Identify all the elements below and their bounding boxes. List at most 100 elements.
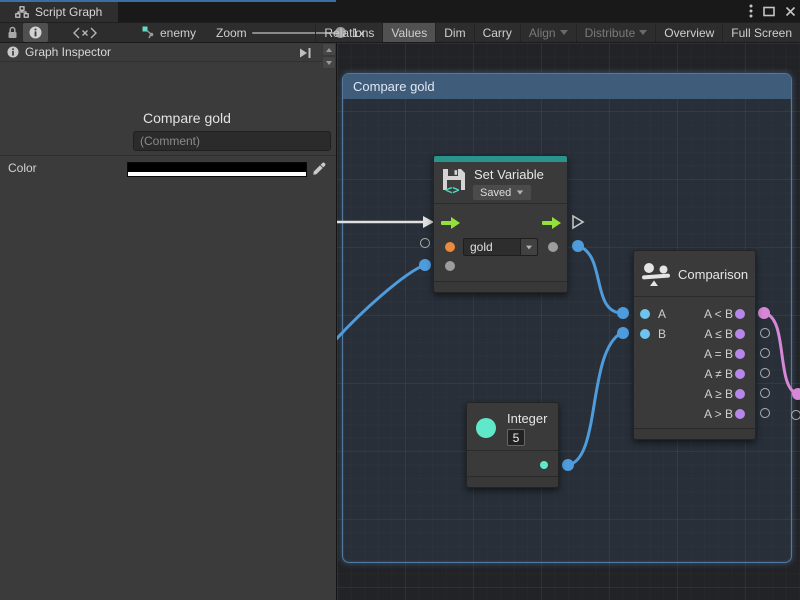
group-title: Compare gold	[353, 79, 435, 94]
variable-name-port[interactable]	[445, 242, 455, 252]
inspector-header: Graph Inspector	[0, 43, 336, 62]
divider	[0, 155, 336, 156]
scroll-down-icon[interactable]	[322, 56, 336, 69]
input-label-b: B	[658, 327, 666, 341]
script-graph-asset-icon	[142, 26, 155, 39]
wire-endpoint-dot[interactable]	[419, 259, 431, 271]
output-port-notequal[interactable]	[735, 369, 745, 379]
output-label-greater: A > B	[704, 407, 733, 421]
balance-scale-icon	[641, 261, 673, 287]
flow-input-port[interactable]	[441, 216, 461, 230]
distribute-dropdown[interactable]: Distribute	[576, 23, 656, 42]
zoom-label: Zoom	[216, 23, 247, 42]
node-footer	[434, 281, 567, 292]
integer-circle-icon	[476, 418, 496, 438]
variable-name-dropdown[interactable]: gold	[463, 238, 521, 256]
carry-button[interactable]: Carry	[474, 23, 520, 42]
hidden-port-ring[interactable]	[760, 348, 770, 358]
info-icon	[7, 46, 19, 58]
output-port-greaterequal[interactable]	[735, 389, 745, 399]
output-label-notequal: A ≠ B	[704, 367, 733, 381]
node-title: Set Variable	[474, 167, 544, 182]
title-bar: Script Graph	[0, 0, 800, 22]
output-label-equal: A = B	[704, 347, 733, 361]
variable-name-dropdown-button[interactable]	[521, 238, 538, 256]
integer-value-field[interactable]: 5	[507, 429, 525, 446]
integer-output-port[interactable]	[540, 461, 548, 469]
tab-label: Script Graph	[35, 5, 102, 19]
dock-icon[interactable]	[298, 47, 312, 59]
output-port-equal[interactable]	[735, 349, 745, 359]
node-footer	[634, 428, 755, 439]
wire-endpoint-dot[interactable]	[617, 307, 629, 319]
chevron-down-icon	[517, 191, 523, 195]
info-toggle-button[interactable]	[23, 23, 48, 42]
values-button[interactable]: Values	[382, 23, 435, 42]
graph-asset-button[interactable]: enemy	[142, 23, 196, 42]
inspector-scrollbar	[322, 43, 336, 69]
scroll-up-icon[interactable]	[322, 43, 336, 56]
variable-scope-dropdown[interactable]: Saved	[472, 184, 532, 201]
overview-button[interactable]: Overview	[655, 23, 722, 42]
maximize-icon[interactable]	[763, 6, 775, 17]
input-port-b[interactable]	[640, 329, 650, 339]
input-label-a: A	[658, 307, 666, 321]
output-port-greater[interactable]	[735, 409, 745, 419]
group-header[interactable]: Compare gold	[343, 74, 791, 99]
close-icon[interactable]	[785, 6, 796, 17]
hidden-port-ring[interactable]	[760, 368, 770, 378]
relations-button[interactable]: Relations	[315, 23, 382, 42]
input-port-a[interactable]	[640, 309, 650, 319]
save-variable-icon: <>	[439, 166, 469, 196]
wire-endpoint-dot[interactable]	[758, 307, 770, 319]
inspector-title: Graph Inspector	[25, 45, 111, 59]
flow-output-port[interactable]	[542, 216, 562, 230]
graph-title-field[interactable]: Compare gold	[143, 110, 231, 126]
wire-endpoint-dot[interactable]	[617, 327, 629, 339]
value-output-port[interactable]	[548, 242, 558, 252]
hidden-port-ring[interactable]	[760, 408, 770, 418]
info-icon	[29, 26, 42, 39]
node-set-variable[interactable]: <> Set Variable Saved gold	[433, 155, 568, 293]
svg-text:<>: <>	[445, 183, 459, 196]
output-label-greaterequal: A ≥ B	[704, 387, 733, 401]
color-label: Color	[8, 161, 37, 175]
hidden-port-ring[interactable]	[760, 388, 770, 398]
node-title: Comparison	[678, 267, 748, 282]
code-x-icon[interactable]	[72, 23, 98, 42]
chevron-down-icon	[526, 245, 532, 249]
graph-canvas[interactable]: Compare gold	[336, 43, 800, 600]
output-port-less[interactable]	[735, 309, 745, 319]
hidden-port-ring[interactable]	[791, 410, 800, 420]
graph-toolbar: enemy Zoom 1x Relations Values Dim Carry…	[0, 22, 800, 43]
comment-input[interactable]	[133, 131, 331, 151]
color-swatch[interactable]	[127, 162, 307, 177]
color-alpha-bar	[128, 172, 306, 176]
graph-asset-label: enemy	[160, 26, 196, 40]
output-label-less: A < B	[704, 307, 733, 321]
output-port-lessequal[interactable]	[735, 329, 745, 339]
fullscreen-button[interactable]: Full Screen	[722, 23, 800, 42]
flow-continuation-triangle[interactable]	[571, 214, 585, 230]
align-dropdown[interactable]: Align	[520, 23, 576, 42]
dim-button[interactable]: Dim	[435, 23, 473, 42]
menu-icon[interactable]	[749, 4, 753, 18]
lock-icon[interactable]	[7, 23, 18, 42]
wire-endpoint-dot[interactable]	[562, 459, 574, 471]
node-title: Integer	[507, 411, 547, 426]
graph-hierarchy-icon	[15, 6, 29, 18]
wire-endpoint-dot[interactable]	[572, 240, 584, 252]
eyedropper-icon[interactable]	[311, 161, 327, 177]
value-input-port[interactable]	[445, 261, 455, 271]
node-integer[interactable]: Integer 5	[466, 402, 559, 488]
graph-inspector-panel: Graph Inspector Compare gold Color	[0, 43, 336, 600]
toolbar-right-group: Relations Values Dim Carry Align Distrib…	[315, 23, 800, 42]
chevron-down-icon	[639, 30, 647, 35]
tab-script-graph[interactable]: Script Graph	[0, 2, 118, 22]
script-graph-window: Script Graph	[0, 0, 800, 600]
chevron-down-icon	[560, 30, 568, 35]
wire-endpoint-dot[interactable]	[792, 388, 800, 400]
hidden-port-ring[interactable]	[420, 238, 430, 248]
hidden-port-ring[interactable]	[760, 328, 770, 338]
node-comparison[interactable]: Comparison A B A < B A ≤ B A = B A ≠ B A…	[633, 250, 756, 440]
